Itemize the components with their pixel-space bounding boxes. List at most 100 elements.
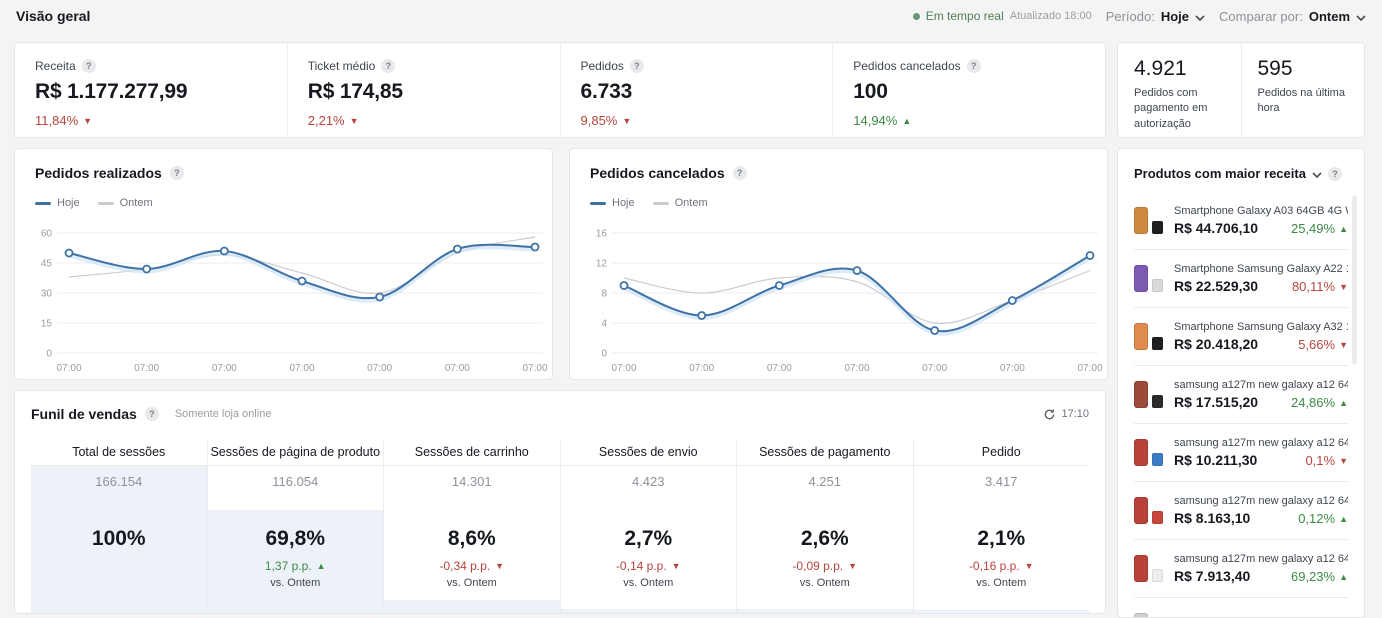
- svg-text:30: 30: [41, 289, 53, 300]
- kpi-label: Pedidos: [581, 59, 624, 73]
- compare-selector[interactable]: Comparar por: Ontem: [1219, 7, 1366, 26]
- product-delta: 25,49%▲: [1291, 221, 1348, 236]
- kpi-label: Receita: [35, 59, 76, 73]
- scrollbar-thumb[interactable]: [1352, 195, 1357, 365]
- trend-arrow-icon: ▼: [1025, 561, 1034, 571]
- product-name: Smartphone Galaxy A03 64GB 4G Wi-…: [1174, 205, 1348, 217]
- chevron-down-icon: [1195, 8, 1205, 26]
- funnel-panel: Funil de vendas ? Somente loja online 17…: [14, 390, 1106, 614]
- product-revenue: R$ 8.163,10: [1174, 510, 1250, 526]
- product-delta: 0,1%▼: [1305, 453, 1348, 468]
- funnel-fill: [914, 610, 1090, 613]
- help-icon[interactable]: ?: [82, 59, 96, 73]
- compare-value: Ontem: [1309, 9, 1350, 24]
- trend-arrow-icon: ▼: [848, 561, 857, 571]
- kpi-value: 100: [853, 80, 1105, 104]
- chevron-down-icon: [1356, 8, 1366, 26]
- funnel-table: Total de sessões 166.154 100% Sessões de…: [31, 439, 1089, 613]
- top-bar-controls: Em tempo real Atualizado 18:00 Período: …: [913, 7, 1366, 26]
- help-icon[interactable]: ?: [170, 166, 184, 180]
- svg-text:4: 4: [601, 319, 607, 330]
- help-icon[interactable]: ?: [1328, 167, 1342, 181]
- funnel-step-delta: 1,37 p.p.▲: [265, 559, 326, 573]
- svg-text:07:00: 07:00: [767, 363, 792, 374]
- funnel-step-delta: -0,34 p.p.▼: [439, 559, 504, 573]
- product-thumbnail: [1134, 380, 1164, 410]
- svg-text:0: 0: [46, 349, 52, 360]
- trend-arrow-icon: ▼: [1339, 340, 1348, 350]
- product-thumbnail: [1134, 438, 1164, 468]
- funnel-step-count: 166.154: [95, 474, 142, 489]
- product-delta: 5,66%▼: [1298, 337, 1348, 352]
- trend-arrow-icon: ▼: [622, 116, 631, 126]
- product-item-partial[interactable]: [1118, 598, 1364, 618]
- counter-label: Pedidos com pagamento em autorização: [1134, 86, 1231, 132]
- legend-item-hoje[interactable]: Hoje: [35, 197, 80, 209]
- funnel-subtitle: Somente loja online: [175, 408, 272, 420]
- kpi-value: R$ 174,85: [308, 80, 560, 104]
- product-name: samsung a127m new galaxy a12 64gb…: [1174, 495, 1348, 507]
- kpi-delta: 14,94% ▲: [853, 113, 1105, 128]
- legend-swatch: [653, 202, 669, 205]
- trend-arrow-icon: ▲: [1339, 572, 1348, 582]
- help-icon[interactable]: ?: [733, 166, 747, 180]
- refresh-time: 17:10: [1061, 408, 1089, 420]
- help-icon[interactable]: ?: [630, 59, 644, 73]
- trend-arrow-icon: ▼: [350, 116, 359, 126]
- chevron-down-icon[interactable]: [1312, 165, 1322, 183]
- svg-text:07:00: 07:00: [1000, 363, 1025, 374]
- funnel-step-vs: vs. Ontem: [976, 577, 1026, 589]
- product-item[interactable]: Smartphone Samsung Galaxy A32 12… R$ 20.…: [1118, 308, 1364, 365]
- svg-text:07:00: 07:00: [56, 363, 81, 374]
- funnel-step-label: Sessões de página de produto: [208, 439, 384, 466]
- product-item[interactable]: samsung a127m new galaxy a12 64gb… R$ 17…: [1118, 366, 1364, 423]
- product-item[interactable]: Smartphone Samsung Galaxy A22 12… R$ 22.…: [1118, 250, 1364, 307]
- funnel-step-delta: -0,16 p.p.▼: [969, 559, 1034, 573]
- product-delta: 24,86%▲: [1291, 395, 1348, 410]
- svg-text:07:00: 07:00: [289, 363, 314, 374]
- funnel-title: Funil de vendas: [31, 406, 137, 422]
- svg-text:07:00: 07:00: [522, 363, 547, 374]
- legend-item-hoje[interactable]: Hoje: [590, 197, 635, 209]
- line-chart: 01530456007:0007:0007:0007:0007:0007:000…: [23, 225, 547, 377]
- svg-text:07:00: 07:00: [134, 363, 159, 374]
- funnel-fill: [384, 600, 560, 613]
- funnel-step-vs: vs. Ontem: [270, 577, 320, 589]
- period-selector[interactable]: Período: Hoje: [1106, 7, 1205, 26]
- product-revenue: R$ 7.913,40: [1174, 568, 1250, 584]
- help-icon[interactable]: ?: [145, 407, 159, 421]
- legend-item-ontem[interactable]: Ontem: [98, 197, 153, 209]
- product-item[interactable]: samsung a127m new galaxy a12 64gb… R$ 7.…: [1118, 540, 1364, 597]
- chart-title: Pedidos realizados: [35, 165, 162, 181]
- legend-label: Hoje: [612, 197, 635, 209]
- funnel-step-percent: 100%: [92, 527, 146, 551]
- kpi-delta-value: 2,21%: [308, 113, 345, 128]
- svg-text:07:00: 07:00: [689, 363, 714, 374]
- help-icon[interactable]: ?: [967, 59, 981, 73]
- realtime-label: Em tempo real: [926, 9, 1004, 23]
- product-revenue: R$ 20.418,20: [1174, 336, 1258, 352]
- product-item[interactable]: Smartphone Galaxy A03 64GB 4G Wi-… R$ 44…: [1118, 192, 1364, 249]
- product-item[interactable]: samsung a127m new galaxy a12 64gb… R$ 10…: [1118, 424, 1364, 481]
- product-item[interactable]: samsung a127m new galaxy a12 64gb… R$ 8.…: [1118, 482, 1364, 539]
- kpi-row: Receita? R$ 1.177.277,99 11,84% ▼ Ticket…: [14, 42, 1106, 138]
- chart-card-pedidos-cancelados: Pedidos cancelados ? Hoje Ontem 04812160…: [569, 148, 1108, 380]
- updated-label: Atualizado 18:00: [1010, 10, 1092, 22]
- funnel-step-label: Sessões de pagamento: [737, 439, 913, 466]
- legend-label: Hoje: [57, 197, 80, 209]
- funnel-step-vs: vs. Ontem: [447, 577, 497, 589]
- legend-item-ontem[interactable]: Ontem: [653, 197, 708, 209]
- product-thumbnail: [1134, 264, 1164, 294]
- funnel-step-percent: 69,8%: [265, 527, 325, 551]
- trend-arrow-icon: ▼: [1339, 456, 1348, 466]
- svg-text:07:00: 07:00: [922, 363, 947, 374]
- kpi-delta-value: 9,85%: [581, 113, 618, 128]
- top-bar: Visão geral Em tempo real Atualizado 18:…: [0, 0, 1382, 32]
- realtime-dot-icon: [913, 13, 920, 20]
- product-delta: 80,11%▼: [1292, 279, 1348, 294]
- product-thumbnail: [1134, 554, 1164, 584]
- svg-text:45: 45: [41, 259, 53, 270]
- help-icon[interactable]: ?: [381, 59, 395, 73]
- funnel-step-count: 14.301: [452, 474, 492, 489]
- refresh-button[interactable]: 17:10: [1043, 408, 1089, 421]
